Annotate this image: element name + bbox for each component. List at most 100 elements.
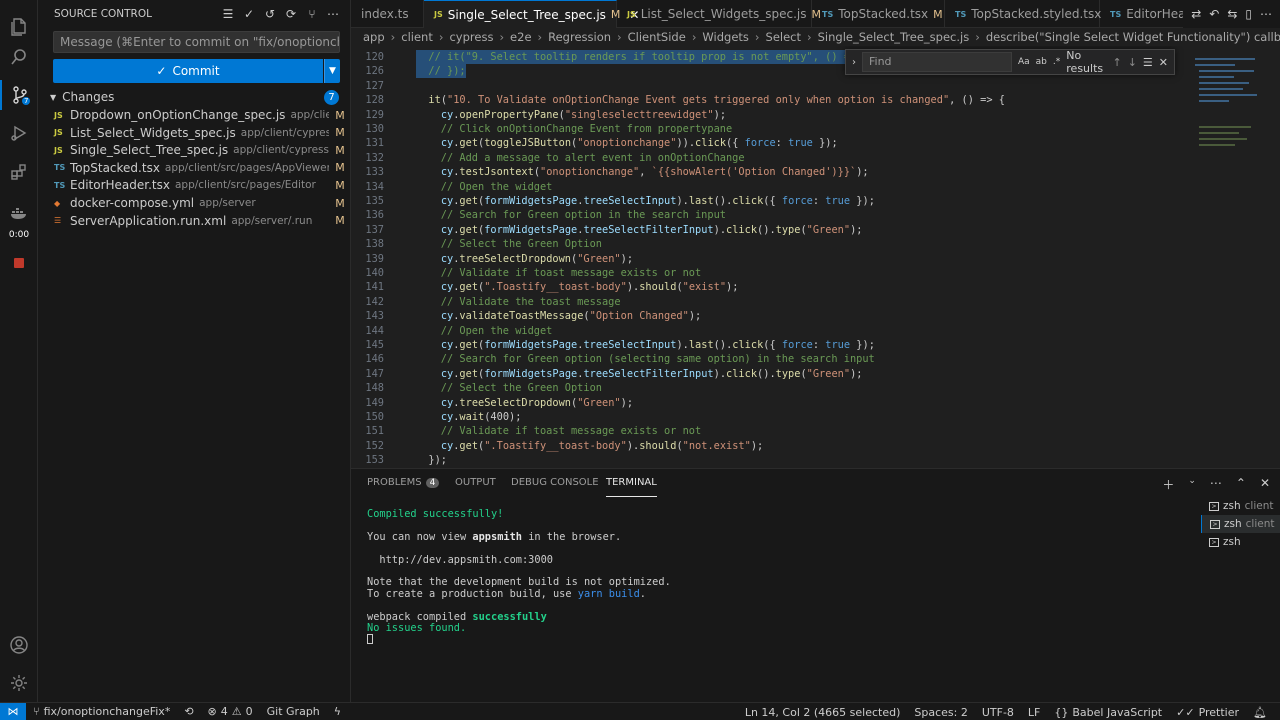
changed-file-row[interactable]: JS List_Select_Widgets_spec.js app/client/… bbox=[38, 124, 351, 142]
problems-status[interactable]: ⊗ 4 ⚠ 0 bbox=[201, 705, 260, 718]
line-number: 142 bbox=[365, 295, 384, 308]
panel-tab-problems[interactable]: PROBLEMS 4 bbox=[367, 477, 440, 497]
breadcrumb-item[interactable]: ClientSide bbox=[628, 30, 686, 44]
arrow-down-icon[interactable]: ↓ bbox=[1128, 56, 1137, 69]
open-changes-icon[interactable]: ⇆ bbox=[1227, 7, 1237, 21]
search-icon[interactable] bbox=[0, 42, 38, 72]
breadcrumb-item[interactable]: cypress bbox=[449, 30, 493, 44]
view-as-tree-icon[interactable]: ☰ bbox=[221, 7, 235, 21]
changes-group-header[interactable]: ▼ Changes 7 bbox=[38, 88, 351, 106]
panel-tab-debug-console[interactable]: DEBUG CONSOLE bbox=[511, 477, 599, 497]
more-actions-icon[interactable]: ⋯ bbox=[1210, 476, 1222, 493]
record-icon[interactable] bbox=[0, 248, 38, 278]
docker-icon[interactable] bbox=[0, 197, 38, 227]
maximize-panel-icon[interactable]: ⌃ bbox=[1236, 476, 1246, 493]
explorer-icon[interactable] bbox=[0, 12, 38, 42]
chevron-down-icon[interactable]: ⌄ bbox=[1188, 476, 1196, 493]
breadcrumb-item[interactable]: e2e bbox=[510, 30, 531, 44]
code-text: cy.testJsontext("onoptionchange", `{{sho… bbox=[440, 166, 869, 179]
run-debug-icon[interactable] bbox=[0, 118, 38, 148]
breadcrumb-item[interactable]: app bbox=[363, 30, 385, 44]
regex-toggle[interactable]: .* bbox=[1053, 57, 1060, 67]
chevron-right-icon: › bbox=[438, 30, 444, 44]
changed-file-row[interactable]: JS Dropdown_onOptionChange_spec.js app/cli… bbox=[38, 106, 351, 124]
terminal-url[interactable]: http://dev.appsmith.com:3000 bbox=[367, 554, 553, 566]
more-actions-icon[interactable]: ⋯ bbox=[1260, 7, 1272, 21]
git-graph-button[interactable]: Git Graph bbox=[260, 705, 327, 718]
indentation[interactable]: Spaces: 2 bbox=[907, 706, 974, 719]
editor-tab[interactable]: TS TopStacked.tsx M bbox=[812, 0, 945, 28]
chevron-right-icon[interactable]: › bbox=[852, 57, 856, 68]
terminal-instance[interactable]: > zsh bbox=[1201, 533, 1280, 551]
chevron-right-icon: › bbox=[617, 30, 622, 44]
branch-status[interactable]: ⑂ fix/onoptionchangeFix* bbox=[26, 705, 177, 718]
lightning-icon[interactable]: ϟ bbox=[327, 705, 348, 718]
revert-icon[interactable]: ↶ bbox=[1209, 7, 1219, 21]
breadcrumb-item[interactable]: describe("Single Select Widget Functiona… bbox=[986, 30, 1280, 44]
find-in-selection-icon[interactable]: ☰ bbox=[1143, 56, 1153, 69]
code-text: }); bbox=[416, 454, 447, 467]
find-input[interactable]: Find bbox=[862, 52, 1012, 72]
account-icon[interactable] bbox=[0, 630, 38, 660]
whole-word-toggle[interactable]: ab bbox=[1036, 57, 1047, 67]
prettier-status[interactable]: ✓✓ Prettier bbox=[1169, 706, 1246, 719]
line-number: 146 bbox=[365, 353, 384, 366]
language-label: Babel JavaScript bbox=[1072, 705, 1163, 719]
extensions-icon[interactable] bbox=[0, 157, 38, 187]
cursor-position[interactable]: Ln 14, Col 2 (4665 selected) bbox=[738, 706, 908, 719]
changed-file-row[interactable]: TS TopStacked.tsx app/client/src/pages/App… bbox=[38, 159, 351, 177]
terminal-instance[interactable]: > zsh client bbox=[1201, 515, 1280, 533]
code-text: cy.treeSelectDropdown("Green"); bbox=[440, 396, 634, 409]
panel-tab-output[interactable]: OUTPUT bbox=[455, 477, 496, 497]
code-editor[interactable]: 120 // it("9. Select tooltip renders if … bbox=[351, 46, 1280, 468]
language-mode[interactable]: {} Babel JavaScript bbox=[1047, 706, 1169, 719]
terminal-instance[interactable]: > zsh client bbox=[1201, 497, 1280, 515]
remote-icon[interactable]: ⋈ bbox=[0, 702, 26, 720]
refresh-icon[interactable]: ⟳ bbox=[284, 7, 298, 21]
match-case-toggle[interactable]: Aa bbox=[1018, 57, 1030, 67]
split-editor-icon[interactable]: ▯ bbox=[1245, 7, 1252, 21]
breadcrumb-item[interactable]: Single_Select_Tree_spec.js bbox=[818, 30, 970, 44]
settings-gear-icon[interactable] bbox=[0, 668, 38, 698]
changed-file-row[interactable]: TS EditorHeader.tsx app/client/src/pages/E… bbox=[38, 176, 351, 194]
close-icon[interactable]: ✕ bbox=[1159, 56, 1168, 69]
editor-tab[interactable]: TS TopStacked.styled.tsx bbox=[945, 0, 1101, 28]
compare-changes-icon[interactable]: ⇄ bbox=[1191, 7, 1201, 21]
commit-check-icon[interactable]: ✓ bbox=[242, 7, 256, 21]
file-name: docker-compose.yml bbox=[70, 196, 195, 210]
warning-icon: ⚠ bbox=[231, 705, 242, 718]
file-type-icon: JS bbox=[627, 9, 636, 19]
changed-file-row[interactable]: JS Single_Select_Tree_spec.js app/client/c… bbox=[38, 141, 351, 159]
branch-icon[interactable]: ⑂ bbox=[305, 7, 319, 21]
code-line: 147 cy.get(formWidgetsPage.treeSelectFil… bbox=[351, 367, 1191, 381]
breadcrumb-item[interactable]: Widgets bbox=[702, 30, 749, 44]
editor-tab[interactable]: JS Single_Select_Tree_spec.js M ✕ bbox=[424, 0, 639, 28]
minimap[interactable] bbox=[1191, 46, 1276, 186]
end-of-line[interactable]: LF bbox=[1021, 706, 1047, 719]
breadcrumb-item[interactable]: Select bbox=[766, 30, 801, 44]
more-actions-icon[interactable]: ⋯ bbox=[326, 7, 340, 21]
sync-icon[interactable]: ⟲ bbox=[177, 705, 200, 718]
file-name: EditorHeader.tsx bbox=[70, 178, 170, 193]
changes-label: Changes bbox=[62, 90, 115, 104]
history-icon[interactable]: ↺ bbox=[263, 7, 277, 21]
encoding[interactable]: UTF-8 bbox=[975, 706, 1021, 719]
arrow-up-icon[interactable]: ↑ bbox=[1112, 56, 1121, 69]
editor-tab[interactable]: index.ts bbox=[351, 0, 424, 28]
changed-file-row[interactable]: ☰ ServerApplication.run.xml app/server/.ru… bbox=[38, 212, 351, 230]
commit-options-dropdown[interactable]: ▼ bbox=[324, 59, 340, 83]
breadcrumb-item[interactable]: Regression bbox=[548, 30, 611, 44]
close-panel-icon[interactable]: ✕ bbox=[1260, 476, 1270, 493]
new-terminal-icon[interactable]: ＋ bbox=[1162, 476, 1174, 493]
notifications-bell-icon[interactable]: 🔔︎ bbox=[1246, 706, 1274, 719]
changed-file-row[interactable]: ◆ docker-compose.yml app/server M bbox=[38, 194, 351, 212]
source-control-icon[interactable]: 7 bbox=[0, 80, 38, 110]
editor-tab[interactable]: JS List_Select_Widgets_spec.js M bbox=[617, 0, 821, 28]
code-text: // Validate if toast message exists or n… bbox=[416, 425, 702, 438]
commit-button[interactable]: ✓ Commit bbox=[53, 59, 323, 83]
terminal-cwd: client bbox=[1244, 500, 1274, 512]
terminal-output[interactable]: Compiled successfully! You can now view … bbox=[367, 508, 1197, 646]
breadcrumb-item[interactable]: client bbox=[401, 30, 433, 44]
panel-tab-terminal[interactable]: TERMINAL bbox=[606, 477, 657, 497]
commit-message-input[interactable]: Message (⌘Enter to commit on "fix/onopti… bbox=[53, 31, 340, 53]
